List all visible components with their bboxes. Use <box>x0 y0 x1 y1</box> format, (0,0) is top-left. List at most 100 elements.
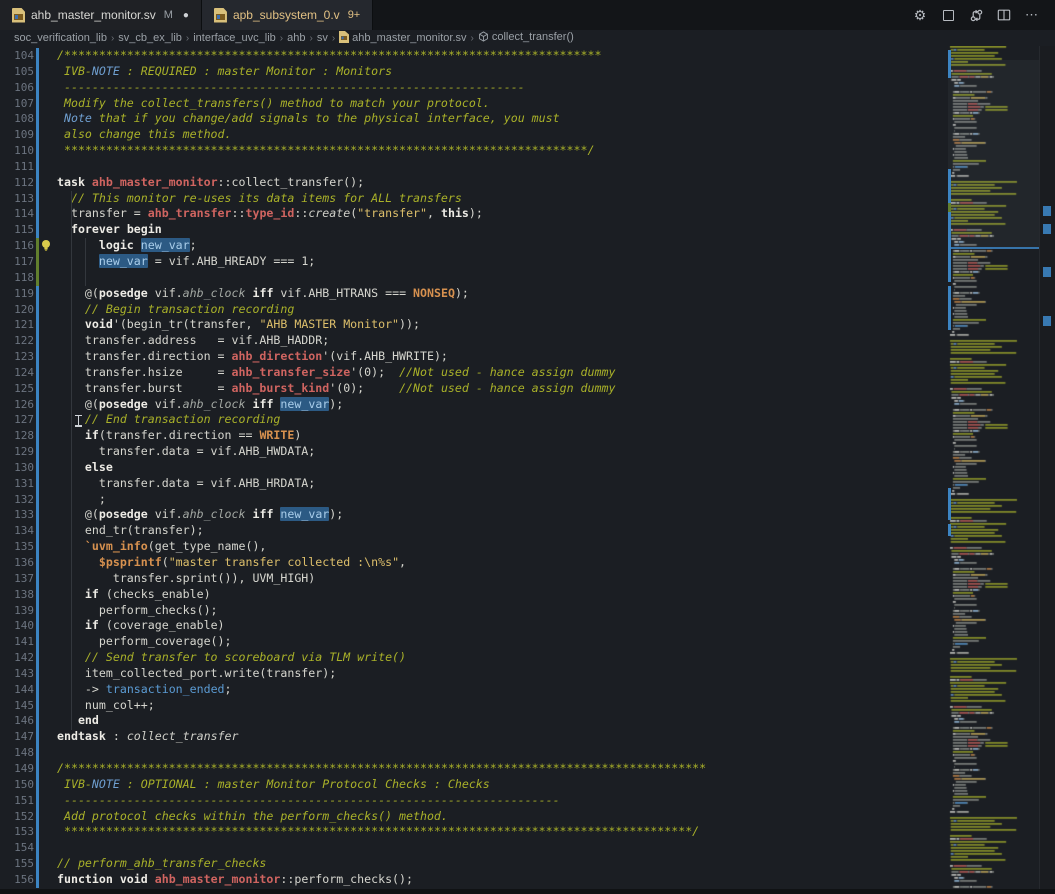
line-number[interactable]: 126 <box>0 397 34 413</box>
line-number[interactable]: 104 <box>0 48 34 64</box>
line-number[interactable]: 111 <box>0 159 34 175</box>
code-line[interactable]: 150 IVB-NOTE : OPTIONAL : master Monitor… <box>0 777 948 793</box>
line-number[interactable]: 137 <box>0 571 34 587</box>
line-number[interactable]: 154 <box>0 840 34 856</box>
line-number[interactable]: 123 <box>0 349 34 365</box>
code-line[interactable]: 155// perform_ahb_transfer_checks <box>0 856 948 872</box>
line-number[interactable]: 135 <box>0 539 34 555</box>
code-line[interactable]: 145 num_col++; <box>0 698 948 714</box>
line-number[interactable]: 112 <box>0 175 34 191</box>
line-number[interactable]: 105 <box>0 64 34 80</box>
line-number[interactable]: 122 <box>0 333 34 349</box>
code-line[interactable]: 142 // Send transfer to scoreboard via T… <box>0 650 948 666</box>
line-number[interactable]: 144 <box>0 682 34 698</box>
minimap-slider[interactable] <box>948 60 1040 247</box>
line-number[interactable]: 109 <box>0 127 34 143</box>
code-line[interactable]: 135 `uvm_info(get_type_name(), <box>0 539 948 555</box>
code-line[interactable]: 126 @(posedge vif.ahb_clock iff new_var)… <box>0 397 948 413</box>
breadcrumb-file[interactable]: ahb_master_monitor.sv <box>339 31 466 46</box>
breadcrumb-item-sv[interactable]: sv <box>317 32 328 44</box>
code-line[interactable]: 109 also change this method. <box>0 127 948 143</box>
code-line[interactable]: 137 transfer.sprint()), UVM_HIGH) <box>0 571 948 587</box>
code-line[interactable]: 122 transfer.address = vif.AHB_HADDR; <box>0 333 948 349</box>
code-line[interactable]: 132 ; <box>0 492 948 508</box>
line-number[interactable]: 127 <box>0 412 34 428</box>
line-number[interactable]: 151 <box>0 793 34 809</box>
code-line[interactable]: 108 Note that if you change/add signals … <box>0 111 948 127</box>
code-line[interactable]: 152 Add protocol checks within the perfo… <box>0 809 948 825</box>
dirty-indicator-icon[interactable]: ● <box>183 10 189 21</box>
line-number[interactable]: 113 <box>0 191 34 207</box>
line-number[interactable]: 110 <box>0 143 34 159</box>
breadcrumb-symbol[interactable]: collect_transfer() <box>478 31 574 45</box>
breadcrumb-item-sv_cb_ex_lib[interactable]: sv_cb_ex_lib <box>118 32 182 44</box>
line-number[interactable]: 155 <box>0 856 34 872</box>
tab-apb-subsystem[interactable]: apb_subsystem_0.v 9+ <box>202 0 373 30</box>
line-number[interactable]: 139 <box>0 603 34 619</box>
line-number[interactable]: 121 <box>0 317 34 333</box>
line-number[interactable]: 106 <box>0 80 34 96</box>
split-editor-icon[interactable] <box>995 6 1013 24</box>
line-number[interactable]: 152 <box>0 809 34 825</box>
line-number[interactable]: 133 <box>0 507 34 523</box>
line-number[interactable]: 156 <box>0 872 34 888</box>
code-line[interactable]: 115 forever begin <box>0 222 948 238</box>
code-line[interactable]: 134 end_tr(transfer); <box>0 523 948 539</box>
code-line[interactable]: 120 // Begin transaction recording <box>0 302 948 318</box>
code-line[interactable]: 106 ------------------------------------… <box>0 80 948 96</box>
code-line[interactable]: 119 @(posedge vif.ahb_clock iff vif.AHB_… <box>0 286 948 302</box>
line-number[interactable]: 119 <box>0 286 34 302</box>
line-number[interactable]: 114 <box>0 206 34 222</box>
code-line[interactable]: 123 transfer.direction = ahb_direction'(… <box>0 349 948 365</box>
code-line[interactable]: 136 $psprintf("master transfer collected… <box>0 555 948 571</box>
line-number[interactable]: 130 <box>0 460 34 476</box>
line-number[interactable]: 125 <box>0 381 34 397</box>
line-number[interactable]: 132 <box>0 492 34 508</box>
line-number[interactable]: 145 <box>0 698 34 714</box>
line-number[interactable]: 149 <box>0 761 34 777</box>
more-actions-icon[interactable]: ⋯ <box>1023 6 1041 24</box>
line-number[interactable]: 129 <box>0 444 34 460</box>
breadcrumb-item-ahb[interactable]: ahb <box>287 32 305 44</box>
code-line[interactable]: 139 perform_checks(); <box>0 603 948 619</box>
code-line[interactable]: 147endtask : collect_transfer <box>0 729 948 745</box>
code-line[interactable]: 113 // This monitor re-uses its data ite… <box>0 191 948 207</box>
code-line[interactable]: 121 void'(begin_tr(transfer, "AHB MASTER… <box>0 317 948 333</box>
line-number[interactable]: 124 <box>0 365 34 381</box>
code-line[interactable]: 116 logic new_var; <box>0 238 948 254</box>
code-line[interactable]: 140 if (coverage_enable) <box>0 618 948 634</box>
code-line[interactable]: 112task ahb_master_monitor::collect_tran… <box>0 175 948 191</box>
line-number[interactable]: 143 <box>0 666 34 682</box>
line-number[interactable]: 107 <box>0 96 34 112</box>
code-line[interactable]: 117 new_var = vif.AHB_HREADY === 1; <box>0 254 948 270</box>
line-number[interactable]: 146 <box>0 713 34 729</box>
line-number[interactable]: 118 <box>0 270 34 286</box>
line-number[interactable]: 116 <box>0 238 34 254</box>
code-line[interactable]: 114 transfer = ahb_transfer::type_id::cr… <box>0 206 948 222</box>
code-line[interactable]: 138 if (checks_enable) <box>0 587 948 603</box>
breadcrumb-item-soc_verification_lib[interactable]: soc_verification_lib <box>14 32 107 44</box>
code-line[interactable]: 111 <box>0 159 948 175</box>
line-number[interactable]: 128 <box>0 428 34 444</box>
line-number[interactable]: 117 <box>0 254 34 270</box>
code-line[interactable]: 130 else <box>0 460 948 476</box>
line-number[interactable]: 147 <box>0 729 34 745</box>
line-number[interactable]: 134 <box>0 523 34 539</box>
line-number[interactable]: 131 <box>0 476 34 492</box>
code-line[interactable]: 133 @(posedge vif.ahb_clock iff new_var)… <box>0 507 948 523</box>
code-line[interactable]: 124 transfer.hsize = ahb_transfer_size'(… <box>0 365 948 381</box>
code-line[interactable]: 118 <box>0 270 948 286</box>
code-line[interactable]: 128 if(transfer.direction == WRITE) <box>0 428 948 444</box>
code-line[interactable]: 125 transfer.burst = ahb_burst_kind'(0);… <box>0 381 948 397</box>
code-line[interactable]: 107 Modify the collect_transfers() metho… <box>0 96 948 112</box>
code-line[interactable]: 141 perform_coverage(); <box>0 634 948 650</box>
line-number[interactable]: 141 <box>0 634 34 650</box>
code-line[interactable]: 148 <box>0 745 948 761</box>
code-line[interactable]: 151 ------------------------------------… <box>0 793 948 809</box>
code-line[interactable]: 143 item_collected_port.write(transfer); <box>0 666 948 682</box>
line-number[interactable]: 108 <box>0 111 34 127</box>
line-number[interactable]: 153 <box>0 824 34 840</box>
code-line[interactable]: 104/************************************… <box>0 48 948 64</box>
code-line[interactable]: 149/************************************… <box>0 761 948 777</box>
breadcrumb-item-interface_uvc_lib[interactable]: interface_uvc_lib <box>193 32 276 44</box>
